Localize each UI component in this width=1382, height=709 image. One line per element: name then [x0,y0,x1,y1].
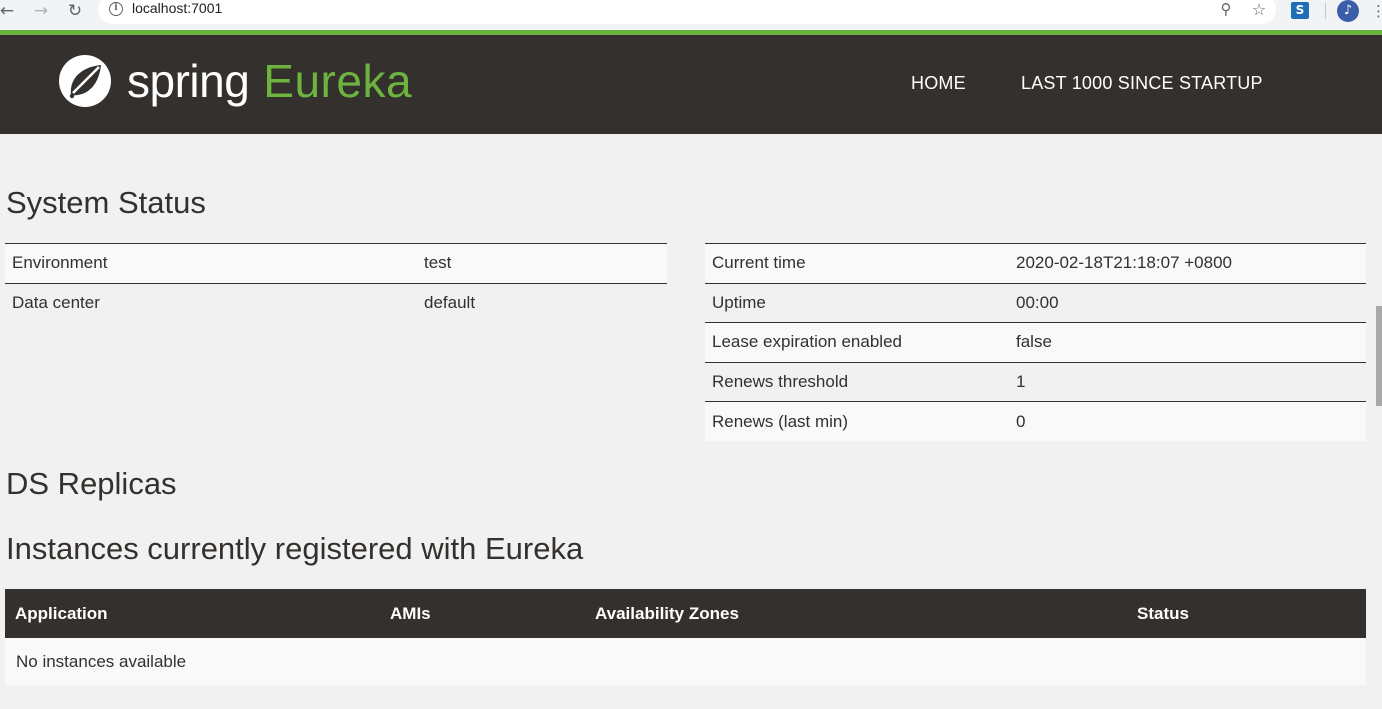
status-key: Lease expiration enabled [705,322,1009,362]
table-row: Lease expiration enabled false [705,322,1366,362]
status-value: 1 [1009,361,1366,402]
navbar: spring Eureka HOME LAST 1000 SINCE START… [0,30,1382,134]
status-value: 00:00 [1009,282,1366,323]
status-key: Current time [705,243,1009,283]
table-row: Renews threshold 1 [705,361,1366,402]
system-status-left-table: Environment test Data center default [5,243,667,323]
table-row: Renews (last min) 0 [705,401,1366,441]
column-header-availability-zones: Availability Zones [585,589,1127,638]
logo[interactable]: spring Eureka [55,51,412,111]
table-row: No instances available [5,638,1366,685]
table-header-row: Application AMIs Availability Zones Stat… [5,589,1366,638]
spring-leaf-icon [59,55,111,107]
nav-last-1000-link[interactable]: LAST 1000 SINCE STARTUP [1021,73,1263,94]
status-value: default [417,282,667,323]
url-text[interactable]: localhost:7001 [132,0,222,20]
status-value: 0 [1009,401,1366,441]
extension-icon[interactable]: S [1291,2,1309,19]
column-header-status: Status [1127,589,1366,638]
table-row: Uptime 00:00 [705,282,1366,323]
ds-replicas-heading: DS Replicas [6,466,177,501]
reload-icon[interactable]: ↻ [64,0,86,22]
menu-dots-icon[interactable]: ⋮ [1371,0,1382,22]
zoom-icon[interactable]: ⚲ [1216,0,1236,22]
status-key: Renews (last min) [705,401,1009,441]
status-key: Data center [5,282,417,323]
system-status-heading: System Status [6,185,206,220]
table-row: Data center default [5,282,667,323]
status-key: Environment [5,243,417,283]
back-arrow-icon[interactable]: ← [0,0,18,22]
nav-home-link[interactable]: HOME [911,73,966,94]
system-status-right-table: Current time 2020-02-18T21:18:07 +0800 U… [705,243,1366,441]
column-header-amis: AMIs [380,589,585,638]
forward-arrow-icon[interactable]: → [30,0,52,22]
status-key: Renews threshold [705,361,1009,402]
logo-text-eureka: Eureka [263,55,413,107]
star-icon[interactable]: ☆ [1249,0,1269,22]
instances-table: Application AMIs Availability Zones Stat… [5,589,1366,685]
info-icon[interactable]: i [109,2,123,16]
status-value: false [1009,322,1366,362]
logo-text-spring: spring [127,55,250,107]
status-value: 2020-02-18T21:18:07 +0800 [1009,243,1366,283]
profile-avatar-icon[interactable]: ♪ [1337,0,1359,22]
table-row: Current time 2020-02-18T21:18:07 +0800 [705,243,1366,283]
address-bar[interactable] [98,0,1276,24]
instances-heading: Instances currently registered with Eure… [6,531,584,566]
scrollbar-thumb[interactable] [1376,306,1382,406]
browser-toolbar: ← → ↻ i localhost:7001 ⚲ ☆ S ♪ ⋮ [0,0,1382,30]
toolbar-divider [1325,3,1326,19]
empty-message: No instances available [5,638,1366,685]
status-key: Uptime [705,282,1009,323]
column-header-application: Application [5,589,380,638]
status-value: test [417,243,667,283]
table-row: Environment test [5,243,667,283]
